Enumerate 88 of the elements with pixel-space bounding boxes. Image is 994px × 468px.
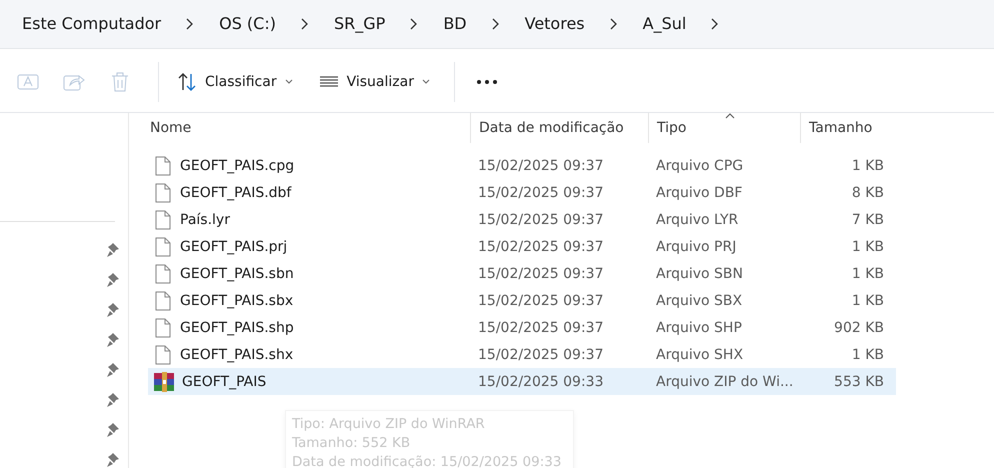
- pin-icon[interactable]: [106, 272, 120, 288]
- breadcrumb-item[interactable]: BD: [443, 14, 467, 34]
- file-type: Arquivo LYR: [655, 212, 740, 228]
- file-icon: [154, 210, 172, 230]
- pin-icon[interactable]: [106, 302, 120, 318]
- file-icon: [154, 318, 172, 338]
- modified-date: 15/02/2025 09:37: [477, 238, 604, 254]
- file-row[interactable]: GEOFT_PAIS.shp 15/02/2025 09:37 Arquivo SHP 902 KB: [148, 314, 896, 341]
- chevron-right-icon: [490, 18, 501, 30]
- modified-date: 15/02/2025 09:37: [477, 266, 604, 282]
- modified-date: 15/02/2025 09:37: [477, 184, 604, 200]
- file-size: 902 KB: [833, 320, 884, 336]
- file-type: Arquivo DBF: [655, 184, 744, 200]
- file-icon: [154, 156, 172, 176]
- sort-up-icon: [724, 113, 734, 119]
- file-name: GEOFT_PAIS.dbf: [180, 184, 292, 200]
- file-size: 553 KB: [833, 374, 884, 390]
- modified-date: 15/02/2025 09:33: [477, 374, 604, 390]
- file-row[interactable]: GEOFT_PAIS.cpg 15/02/2025 09:37 Arquivo CPG 1 KB: [148, 152, 896, 179]
- more-icon: [476, 79, 498, 86]
- file-name: GEOFT_PAIS.prj: [180, 238, 288, 254]
- modified-date: 15/02/2025 09:37: [477, 320, 604, 336]
- column-header[interactable]: Tamanho: [800, 113, 900, 143]
- file-type: Arquivo SHX: [655, 346, 744, 362]
- file-name: GEOFT_PAIS: [182, 374, 266, 390]
- file-size: 1 KB: [850, 292, 884, 308]
- file-type: Arquivo CPG: [655, 158, 744, 174]
- breadcrumb-item[interactable]: Vetores: [524, 14, 585, 34]
- pin-icon[interactable]: [106, 452, 120, 468]
- file-row[interactable]: País.lyr 15/02/2025 09:37 Arquivo LYR 7 KB: [148, 206, 896, 233]
- chevron-right-icon: [185, 18, 196, 30]
- column-header[interactable]: Data de modificação: [470, 113, 648, 143]
- pin-icon[interactable]: [106, 422, 120, 438]
- sort-button[interactable]: Classificar: [169, 68, 301, 96]
- modified-date: 15/02/2025 09:37: [477, 346, 604, 362]
- chevron-right-icon: [608, 18, 619, 30]
- breadcrumb-item[interactable]: Este Computador: [22, 14, 162, 34]
- file-size: 8 KB: [850, 184, 884, 200]
- modified-date: 15/02/2025 09:37: [477, 292, 604, 308]
- pin-icon[interactable]: [106, 332, 120, 348]
- modified-date: 15/02/2025 09:37: [477, 158, 604, 174]
- chevron-down-icon: [284, 79, 293, 86]
- column-header[interactable]: Nome: [148, 113, 470, 143]
- tooltip-line: Tamanho: 552 KB: [292, 434, 412, 453]
- chevron-right-icon: [409, 18, 420, 30]
- file-size: 1 KB: [850, 266, 884, 282]
- file-size: 1 KB: [850, 158, 884, 174]
- file-icon: [154, 344, 172, 364]
- breadcrumb-item[interactable]: SR_GP: [334, 14, 386, 34]
- chevron-right-icon: [300, 18, 310, 30]
- file-row[interactable]: GEOFT_PAIS.sbn 15/02/2025 09:37 Arquivo SBN 1 KB: [148, 260, 896, 287]
- view-button[interactable]: Visualizar: [310, 70, 438, 94]
- file-row[interactable]: GEOFT_PAIS 15/02/2025 09:33 Arquivo ZIP do Wi... 553 KB: [148, 368, 896, 395]
- chevron-down-icon: [422, 79, 430, 86]
- pin-icon[interactable]: [106, 242, 120, 258]
- file-icon: [154, 264, 172, 284]
- file-size: 7 KB: [850, 212, 884, 228]
- file-name: GEOFT_PAIS.sbn: [180, 266, 294, 282]
- file-icon: [154, 290, 172, 310]
- archive-icon: [154, 372, 174, 392]
- file-type: Arquivo SBN: [655, 266, 744, 282]
- file-name: GEOFT_PAIS.shp: [180, 320, 294, 336]
- file-icon: [154, 236, 172, 256]
- breadcrumb-item[interactable]: OS (C:): [219, 14, 276, 34]
- file-type: Arquivo PRJ: [655, 238, 738, 254]
- file-size: 1 KB: [850, 238, 884, 254]
- file-icon: [154, 182, 172, 202]
- pin-icon[interactable]: [106, 362, 120, 378]
- column-header[interactable]: Tipo: [648, 113, 800, 143]
- file-type: Arquivo SBX: [655, 292, 744, 308]
- file-row[interactable]: GEOFT_PAIS.dbf 15/02/2025 09:37 Arquivo DBF 8 KB: [148, 179, 896, 206]
- file-type: Arquivo SHP: [655, 320, 743, 336]
- file-size: 1 KB: [850, 346, 884, 362]
- trash-icon: [110, 71, 130, 94]
- file-row[interactable]: GEOFT_PAIS.sbx 15/02/2025 09:37 Arquivo SBX 1 KB: [148, 287, 896, 314]
- breadcrumb-item[interactable]: A_Sul: [642, 14, 686, 34]
- file-row[interactable]: GEOFT_PAIS.prj 15/02/2025 09:37 Arquivo PRJ 1 KB: [148, 233, 896, 260]
- chevron-right-icon: [710, 18, 720, 30]
- tooltip-line: Tipo: Arquivo ZIP do WinRAR: [292, 415, 486, 434]
- file-name: GEOFT_PAIS.sbx: [180, 292, 294, 308]
- file-name: GEOFT_PAIS.shx: [180, 346, 294, 362]
- file-name: País.lyr: [180, 212, 230, 228]
- sort-icon: [177, 72, 197, 92]
- file-name: GEOFT_PAIS.cpg: [180, 158, 294, 174]
- modified-date: 15/02/2025 09:37: [477, 212, 604, 228]
- pin-icon[interactable]: [106, 392, 120, 408]
- file-type: Arquivo ZIP do Wi...: [655, 374, 794, 390]
- file-row[interactable]: GEOFT_PAIS.shx 15/02/2025 09:37 Arquivo SHX 1 KB: [148, 341, 896, 368]
